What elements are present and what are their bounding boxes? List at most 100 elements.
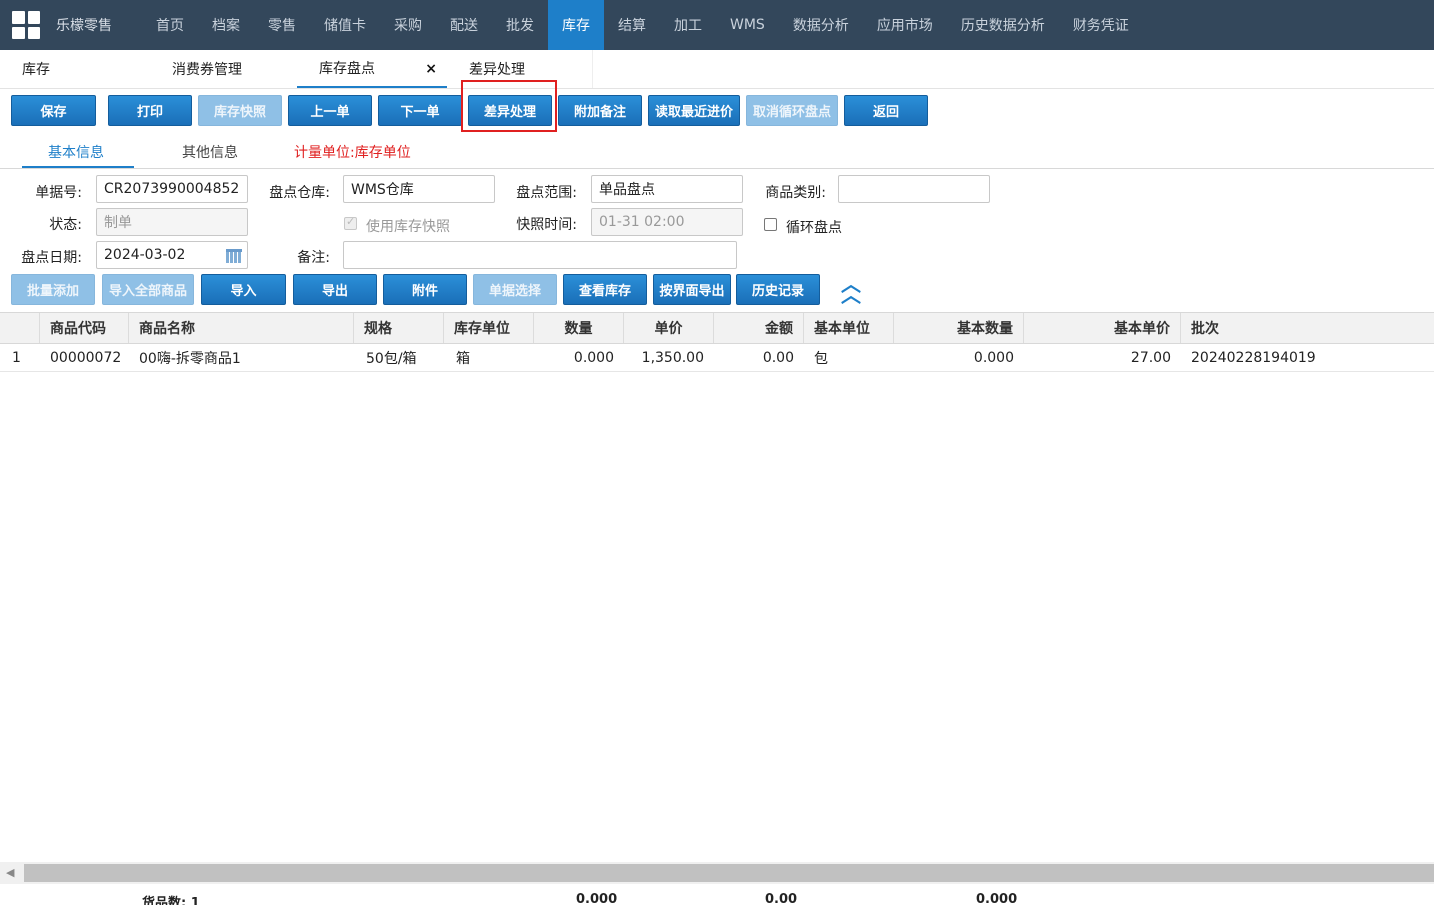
cell-spec[interactable]: 50包/箱 — [354, 344, 444, 371]
col-header-price[interactable]: 单价 — [624, 313, 714, 343]
scope-field[interactable]: 单品盘点 — [591, 175, 743, 203]
category-field[interactable] — [838, 175, 990, 203]
collapse-up-icon[interactable]: ︿ ︿ — [840, 274, 862, 305]
amount-total: 0.00 — [765, 892, 798, 905]
nav-item-14[interactable]: 财务凭证 — [1059, 0, 1143, 50]
tab-stock-count[interactable]: 库存盘点 × — [297, 50, 447, 88]
app-grid-icon[interactable] — [12, 11, 40, 39]
previous-doc-button[interactable]: 上一单 — [288, 95, 372, 126]
cell-amount[interactable]: 0.00 — [714, 344, 804, 371]
tab-stock-count-label: 库存盘点 — [319, 61, 375, 77]
top-nav-bar: 乐檬零售 首页 档案 零售 储值卡 采购 配送 批发 库存 结算 加工 WMS 数据分析 应用市场 历史数… — [0, 0, 1434, 50]
col-header-base-qty[interactable]: 基本数量 — [894, 313, 1024, 343]
stock-snapshot-button[interactable]: 库存快照 — [198, 95, 282, 126]
cancel-cycle-count-button[interactable]: 取消循环盘点 — [746, 95, 838, 126]
batch-add-button[interactable]: 批量添加 — [11, 274, 95, 305]
export-button[interactable]: 导出 — [293, 274, 377, 305]
nav-item-0[interactable]: 首页 — [142, 0, 198, 50]
cell-price[interactable]: 1,350.00 — [624, 344, 714, 371]
category-label: 商品类别: — [765, 185, 826, 201]
import-all-button[interactable]: 导入全部商品 — [102, 274, 194, 305]
tab-difference-handling[interactable]: 差异处理 — [447, 50, 593, 88]
difference-handling-button[interactable]: 差异处理 — [468, 95, 552, 126]
remark-label: 备注: — [297, 250, 330, 266]
attachment-button[interactable]: 附件 — [383, 274, 467, 305]
doc-no-label: 单据号: — [35, 185, 82, 201]
add-note-button[interactable]: 附加备注 — [558, 95, 642, 126]
col-header-name[interactable]: 商品名称 — [129, 313, 354, 343]
col-header-batch[interactable]: 批次 — [1181, 313, 1434, 343]
nav-item-8[interactable]: 结算 — [604, 0, 660, 50]
nav-item-4[interactable]: 采购 — [380, 0, 436, 50]
cell-qty[interactable]: 0.000 — [534, 344, 624, 371]
status-field: 制单 — [96, 208, 248, 236]
history-button[interactable]: 历史记录 — [736, 274, 820, 305]
col-header-base-price[interactable]: 基本单价 — [1024, 313, 1181, 343]
print-button[interactable]: 打印 — [108, 95, 192, 126]
import-button[interactable]: 导入 — [201, 274, 286, 305]
cell-batch[interactable]: 20240228194019 — [1181, 344, 1434, 371]
count-date-value: 2024-03-02 — [104, 247, 186, 263]
cell-code[interactable]: 00000072 — [40, 344, 129, 371]
nav-item-6[interactable]: 批发 — [492, 0, 548, 50]
nav-item-5[interactable]: 配送 — [436, 0, 492, 50]
cycle-count-checkbox[interactable] — [764, 218, 777, 231]
warehouse-label: 盘点仓库: — [269, 185, 330, 201]
save-button[interactable]: 保存 — [11, 95, 96, 126]
subtab-basic-info[interactable]: 基本信息 — [48, 142, 104, 162]
horizontal-scrollbar[interactable]: ◀ — [0, 862, 1434, 884]
scrollbar-thumb[interactable] — [24, 864, 1434, 882]
table-row[interactable]: 1 00000072 00嗨-拆零商品1 50包/箱 箱 0.000 1,350… — [0, 344, 1434, 372]
nav-item-12[interactable]: 应用市场 — [863, 0, 947, 50]
next-doc-button[interactable]: 下一单 — [378, 95, 462, 126]
nav-item-13[interactable]: 历史数据分析 — [947, 0, 1059, 50]
nav-item-2[interactable]: 零售 — [254, 0, 310, 50]
tab-coupon-management[interactable]: 消费券管理 — [150, 50, 297, 88]
view-stock-button[interactable]: 查看库存 — [563, 274, 647, 305]
col-header-spec[interactable]: 规格 — [354, 313, 444, 343]
nav-item-7[interactable]: 库存 — [548, 0, 604, 50]
snapshot-time-label: 快照时间: — [516, 217, 577, 233]
col-header-amount[interactable]: 金额 — [714, 313, 804, 343]
nav-item-11[interactable]: 数据分析 — [779, 0, 863, 50]
divider — [0, 168, 1434, 169]
col-header-unit[interactable]: 库存单位 — [444, 313, 534, 343]
read-latest-price-button[interactable]: 读取最近进价 — [648, 95, 740, 126]
use-snapshot-label: 使用库存快照 — [366, 219, 450, 235]
scroll-left-icon[interactable]: ◀ — [6, 866, 14, 879]
cell-base-qty[interactable]: 0.000 — [894, 344, 1024, 371]
close-icon[interactable]: × — [425, 61, 437, 77]
warehouse-field[interactable]: WMS仓库 — [343, 175, 495, 203]
nav-item-1[interactable]: 档案 — [198, 0, 254, 50]
count-date-field[interactable]: 2024-03-02 — [96, 241, 248, 269]
scope-label: 盘点范围: — [516, 185, 577, 201]
doc-select-button[interactable]: 单据选择 — [473, 274, 557, 305]
nav-item-9[interactable]: 加工 — [660, 0, 716, 50]
nav-item-3[interactable]: 储值卡 — [310, 0, 380, 50]
count-date-label: 盘点日期: — [21, 250, 82, 266]
back-button[interactable]: 返回 — [844, 95, 928, 126]
tab-inventory[interactable]: 库存 — [0, 50, 150, 88]
col-header-code[interactable]: 商品代码 — [40, 313, 129, 343]
page-tabs: 库存 消费券管理 库存盘点 × 差异处理 — [0, 50, 1434, 89]
main-menu: 首页 档案 零售 储值卡 采购 配送 批发 库存 结算 加工 WMS 数据分析 应用市场 历史数据分析 财务… — [142, 0, 1143, 50]
doc-no-field[interactable]: CR2073990004852 — [96, 175, 248, 203]
export-by-view-button[interactable]: 按界面导出 — [653, 274, 731, 305]
unit-note: 计量单位:库存单位 — [294, 145, 411, 161]
col-header-base-unit[interactable]: 基本单位 — [804, 313, 894, 343]
use-snapshot-checkbox[interactable] — [344, 215, 357, 230]
status-label: 状态: — [49, 217, 82, 233]
cell-base-unit[interactable]: 包 — [804, 344, 894, 371]
subtab-other-info[interactable]: 其他信息 — [182, 142, 238, 162]
cell-name[interactable]: 00嗨-拆零商品1 — [129, 344, 354, 371]
calendar-icon[interactable] — [226, 249, 242, 263]
cycle-count-label: 循环盘点 — [786, 220, 842, 236]
col-header-qty[interactable]: 数量 — [534, 313, 624, 343]
brand-name: 乐檬零售 — [56, 18, 112, 34]
cell-base-price[interactable]: 27.00 — [1024, 344, 1181, 371]
row-number-header — [0, 313, 40, 343]
remark-field[interactable] — [343, 241, 737, 269]
nav-item-10[interactable]: WMS — [716, 0, 779, 50]
cell-unit[interactable]: 箱 — [444, 344, 534, 371]
table-header: 商品代码 商品名称 规格 库存单位 数量 单价 金额 基本单位 基本数量 基本单… — [0, 312, 1434, 344]
